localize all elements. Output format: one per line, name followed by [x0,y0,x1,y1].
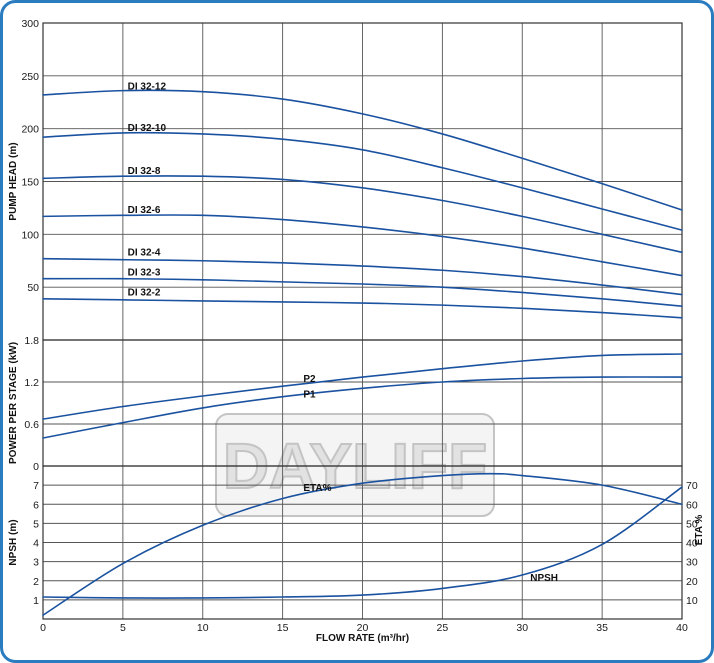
series-label-p2: P2 [303,374,316,385]
series-label-di-32-4: DI 32-4 [128,247,161,258]
y-axis-title: POWER PER STAGE (kW) [8,342,19,464]
y-tick-label: 6 [33,499,39,511]
y-right-tick-label: 70 [686,480,698,492]
x-tick-label: 25 [437,622,449,634]
y-axis-title: PUMP HEAD (m) [8,142,19,220]
y-tick-label: 3 [33,557,39,569]
y-tick-label: 300 [21,18,39,30]
y-tick-label: 100 [21,229,39,241]
pump-performance-chart: DAYLIFF 50 100 150 200 250 300 PUMP HEAD (m) DI… [0,0,714,663]
y-tick-label: 200 [21,124,39,136]
x-tick-label: 5 [120,622,126,634]
y-tick-label: 250 [21,71,39,83]
series-label-di-32-10: DI 32-10 [128,123,167,134]
daylife-watermark: DAYLIFF [215,413,495,517]
x-tick-label: 35 [596,622,608,634]
series-label-di-32-2: DI 32-2 [128,288,161,299]
y-tick-label: 1 [33,595,39,607]
series-label-npsh: NPSH [530,573,558,584]
performance-chart-svg: DAYLIFF 50100150200250300PUMP HEAD (m)DI… [0,0,714,663]
x-tick-label: 30 [516,622,528,634]
y-tick-label: 2 [33,576,39,588]
y-tick-label: 5 [33,518,39,530]
y-right-tick-label: 20 [686,576,698,588]
y-tick-label: 1.2 [24,377,39,389]
y-right-tick-label: 30 [686,557,698,569]
x-tick-label: 0 [40,622,46,634]
y-tick-label: 150 [21,177,39,189]
series-label-di-32-12: DI 32-12 [128,82,167,93]
y-right-tick-label: 10 [686,595,698,607]
series-label-eta: ETA% [303,483,331,494]
series-label-di-32-6: DI 32-6 [128,205,161,216]
x-tick-label: 15 [277,622,289,634]
series-label-p1: P1 [303,389,316,400]
y-right-axis-title: ETA % [694,515,705,546]
x-tick-label: 10 [197,622,209,634]
x-axis-title: FLOW RATE (m³/hr) [316,633,409,644]
y-axis-title: NPSH (m) [8,519,19,565]
y-tick-label: 0 [33,461,39,473]
y-tick-label: 7 [33,480,39,492]
y-tick-label: 4 [33,538,39,550]
series-label-di-32-8: DI 32-8 [128,166,161,177]
y-tick-label: 50 [27,282,39,294]
x-tick-label: 40 [676,622,688,634]
series-label-di-32-3: DI 32-3 [128,268,161,279]
y-right-tick-label: 60 [686,499,698,511]
y-tick-label: 0.6 [24,419,39,431]
y-tick-label: 1.8 [24,335,39,347]
chart-frame [0,0,714,663]
